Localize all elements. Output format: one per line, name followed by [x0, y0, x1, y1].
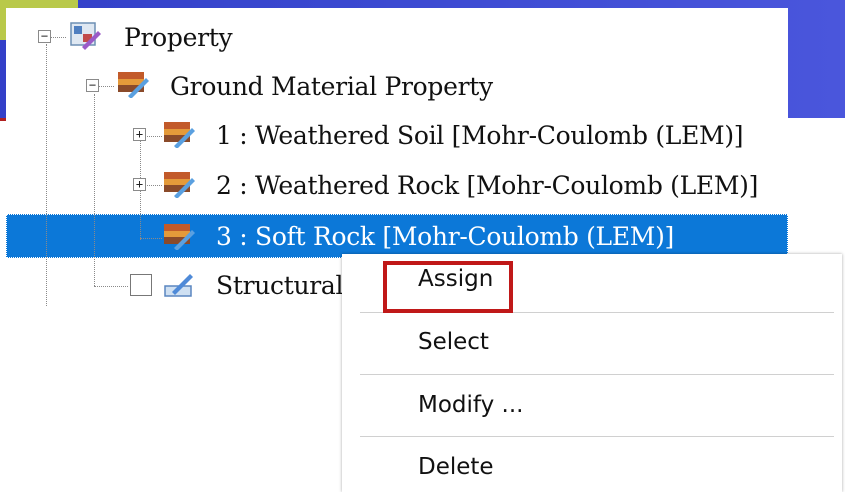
tree-item-label: 2 : Weathered Rock [Mohr-Coulomb (LEM)]: [216, 170, 759, 200]
tree-item-label: Ground Material Property: [170, 71, 493, 101]
menu-separator: [360, 436, 834, 437]
collapse-toggle[interactable]: −: [86, 79, 99, 92]
collapse-toggle[interactable]: −: [38, 30, 51, 43]
material-icon: [164, 122, 195, 148]
tree-item-ground-material[interactable]: Ground Material Property: [162, 65, 493, 107]
material-icon: [164, 224, 195, 250]
property-icon: [70, 22, 101, 50]
menu-item-delete[interactable]: Delete: [418, 454, 494, 480]
structural-checkbox[interactable]: [130, 274, 152, 296]
tree-item-label: 3 : Soft Rock [Mohr-Coulomb (LEM)]: [216, 221, 675, 251]
tree-item-label: 1 : Weathered Soil [Mohr-Coulomb (LEM)]: [216, 120, 744, 150]
material-icon: [164, 172, 195, 198]
tree-line: [140, 238, 162, 239]
structural-icon: [164, 274, 193, 297]
menu-item-select[interactable]: Select: [418, 329, 489, 355]
tree-item-weathered-rock[interactable]: 2 : Weathered Rock [Mohr-Coulomb (LEM)]: [208, 164, 758, 206]
tree-item-soft-rock[interactable]: 3 : Soft Rock [Mohr-Coulomb (LEM)]: [208, 215, 674, 257]
menu-separator: [360, 374, 834, 375]
tree-line: [94, 286, 128, 287]
tree-item-property[interactable]: Property: [116, 16, 233, 58]
expand-toggle[interactable]: +: [133, 128, 146, 141]
tree-item-weathered-soil[interactable]: 1 : Weathered Soil [Mohr-Coulomb (LEM)]: [208, 114, 744, 156]
tree-item-label: Property: [124, 22, 233, 52]
menu-item-modify[interactable]: Modify ...: [418, 392, 523, 418]
tree-line: [46, 44, 47, 306]
material-icon: [118, 72, 149, 98]
tree-line: [94, 94, 95, 286]
assign-highlight-box: [383, 261, 513, 313]
expand-toggle[interactable]: +: [133, 178, 146, 191]
